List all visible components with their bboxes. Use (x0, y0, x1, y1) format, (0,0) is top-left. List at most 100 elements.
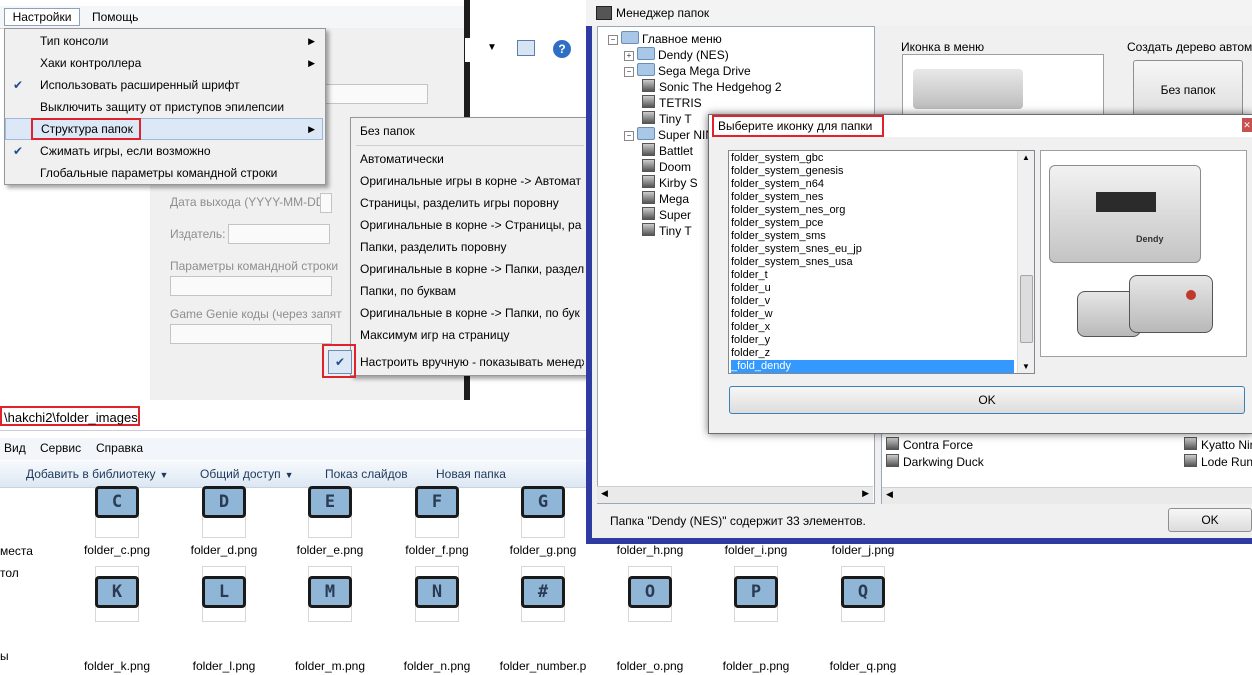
tree-node[interactable]: Sonic The Hedgehog 2 (642, 79, 782, 94)
folder-image-icon[interactable]: N (409, 566, 465, 622)
address-path[interactable]: \hakchi2\folder_images (0, 406, 140, 426)
icon-list-item[interactable]: folder_y (731, 334, 1014, 347)
folder-image-icon[interactable]: K (89, 566, 145, 622)
collapse-icon[interactable]: − (608, 35, 618, 45)
tree-node[interactable]: + Dendy (NES) (624, 47, 729, 62)
folder-image-icon[interactable]: M (302, 566, 358, 622)
folder-image-icon[interactable]: G (515, 486, 571, 538)
collapse-icon[interactable]: − (624, 131, 634, 141)
tree-node[interactable]: Tiny T (642, 223, 692, 238)
icon-list-item[interactable]: folder_system_gbc (731, 152, 1014, 165)
add-to-library-button[interactable]: Добавить в библиотеку ▼ (26, 467, 168, 481)
menu-item[interactable]: Структура папок ▶ (5, 118, 323, 140)
submenu-item[interactable]: Максимум игр на страницу (360, 328, 510, 342)
menu-settings[interactable]: Настройки (4, 8, 80, 26)
folder-image-icon[interactable]: L (196, 566, 252, 622)
game-list[interactable]: Contra Force Darkwing Duck Kyatto Nind L… (881, 430, 1252, 504)
icon-list-item[interactable]: folder_system_n64 (731, 178, 1014, 191)
folder-image-icon[interactable]: # (515, 566, 571, 622)
nav-item-places[interactable]: места (0, 544, 33, 558)
submenu-item[interactable]: Папки, разделить поровну (360, 240, 506, 254)
tree-node[interactable]: − Главное меню (608, 31, 722, 46)
icon-list-item[interactable]: folder_w (731, 308, 1014, 321)
menu-help[interactable]: Справка (96, 441, 143, 455)
icon-list-item[interactable]: folder_system_snes_usa (731, 256, 1014, 269)
list-item[interactable]: Contra Force (886, 437, 973, 452)
menu-item[interactable]: Глобальные параметры командной строки (5, 162, 323, 184)
icon-list-item[interactable]: folder_system_snes_eu_jp (731, 243, 1014, 256)
icon-list-item[interactable]: folder_v (731, 295, 1014, 308)
tree-node[interactable]: Doom (642, 159, 691, 174)
release-date-field[interactable] (320, 193, 332, 213)
icon-list[interactable]: ▲ ▼ folder_system_gbc folder_system_genes… (728, 150, 1035, 374)
icon-list-item[interactable]: folder_z (731, 347, 1014, 360)
expand-icon[interactable]: + (624, 51, 634, 61)
window-icon[interactable] (517, 40, 535, 56)
submenu-item[interactable]: Страницы, разделить игры поровну (360, 196, 559, 210)
menu-tools[interactable]: Сервис (40, 441, 81, 455)
icon-list-item[interactable]: folder_u (731, 282, 1014, 295)
submenu-item[interactable]: Автоматически (360, 152, 444, 166)
tree-node[interactable]: Super (642, 207, 691, 222)
scroll-left-icon[interactable]: ◀ (601, 488, 608, 499)
menu-item[interactable]: Тип консоли ▶ (5, 30, 323, 52)
scroll-right-icon[interactable]: ▶ (862, 488, 869, 499)
tree-node[interactable]: − Super NIN (624, 127, 714, 142)
nav-item-other[interactable]: ы (0, 649, 9, 663)
menu-item[interactable]: Хаки контроллера ▶ (5, 52, 323, 74)
folder-image-icon[interactable]: F (409, 486, 465, 538)
icon-picker-ok-button[interactable]: OK (729, 386, 1245, 414)
tree-horizontal-scrollbar[interactable]: ◀ ▶ (597, 486, 873, 503)
menu-item[interactable]: ✔ Сжимать игры, если возможно (5, 140, 323, 162)
tree-node[interactable]: Tiny T (642, 111, 692, 126)
scroll-down-icon[interactable]: ▼ (1022, 362, 1030, 371)
no-folders-button[interactable]: Без папок (1133, 60, 1243, 120)
icon-list-item[interactable]: folder_system_pce (731, 217, 1014, 230)
menu-icon-preview[interactable] (902, 54, 1104, 116)
icon-list-item[interactable]: folder_system_nes_org (731, 204, 1014, 217)
close-icon[interactable]: ✕ (1242, 118, 1252, 132)
icon-list-scrollbar[interactable]: ▲ ▼ (1017, 151, 1034, 373)
submenu-item[interactable]: Оригинальные игры в корне -> Автомат (360, 174, 581, 188)
folder-manager-ok-button[interactable]: OK (1168, 508, 1252, 532)
menu-item[interactable]: ✔ Использовать расширенный шрифт (5, 74, 323, 96)
submenu-item[interactable]: Оригинальные в корне -> Папки, раздел (360, 262, 584, 276)
folder-image-icon[interactable]: P (728, 566, 784, 622)
menu-view[interactable]: Вид (4, 441, 26, 455)
folder-image-icon[interactable]: Q (835, 566, 891, 622)
tree-node[interactable]: TETRIS (642, 95, 702, 110)
submenu-item[interactable]: Настроить вручную - показывать менедж (360, 355, 584, 369)
icon-list-item[interactable]: _fold_dendy (731, 360, 1014, 373)
scroll-thumb[interactable] (1020, 275, 1033, 343)
submenu-item[interactable]: Оригинальные в корне -> Страницы, ра (360, 218, 581, 232)
new-folder-button[interactable]: Новая папка (436, 467, 506, 481)
tree-node[interactable]: − Sega Mega Drive (624, 63, 751, 78)
icon-list-item[interactable]: folder_t (731, 269, 1014, 282)
tree-node[interactable]: Battlet (642, 143, 693, 158)
list-horizontal-scrollbar[interactable]: ◀ (882, 487, 1252, 504)
list-item[interactable]: Kyatto Nind (1184, 437, 1252, 452)
nav-item-desktop[interactable]: тол (0, 566, 19, 580)
cmdline-field[interactable] (170, 276, 332, 296)
folder-image-icon[interactable]: C (89, 486, 145, 538)
icon-list-item[interactable]: folder_system_sms (731, 230, 1014, 243)
genie-field[interactable] (170, 324, 332, 344)
icon-list-item[interactable]: folder_system_nes (731, 191, 1014, 204)
tree-node[interactable]: Kirby S (642, 175, 698, 190)
check-icon[interactable]: ✔ (328, 350, 352, 374)
chevron-down-icon[interactable]: ▼ (487, 42, 497, 53)
submenu-item[interactable]: Папки, по буквам (360, 284, 456, 298)
folder-image-icon[interactable]: D (196, 486, 252, 538)
share-button[interactable]: Общий доступ ▼ (200, 467, 294, 481)
scroll-up-icon[interactable]: ▲ (1022, 153, 1030, 162)
list-item[interactable]: Darkwing Duck (886, 454, 984, 469)
menu-help-settings[interactable]: Помощь (92, 10, 138, 24)
scroll-left-icon[interactable]: ◀ (886, 489, 893, 500)
folder-image-icon[interactable]: E (302, 486, 358, 538)
slideshow-button[interactable]: Показ слайдов (325, 467, 408, 481)
collapse-icon[interactable]: − (624, 67, 634, 77)
help-icon[interactable]: ? (553, 40, 571, 58)
submenu-item[interactable]: Без папок (360, 124, 415, 138)
submenu-item[interactable]: Оригинальные в корне -> Папки, по бук (360, 306, 580, 320)
icon-list-item[interactable]: folder_x (731, 321, 1014, 334)
